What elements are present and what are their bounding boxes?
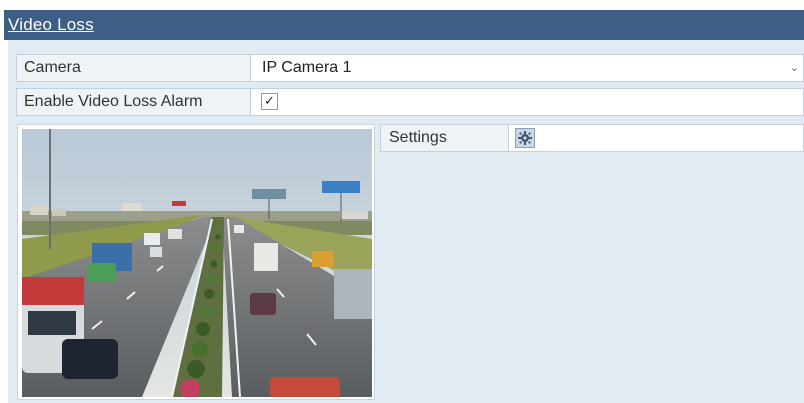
gear-icon: [518, 131, 532, 145]
settings-row: Settings: [380, 124, 804, 152]
video-loss-alarm-row: Enable Video Loss Alarm ✓: [16, 88, 804, 116]
chevron-down-icon[interactable]: ⌄: [790, 55, 799, 81]
camera-preview-image: [22, 129, 372, 397]
camera-preview: [17, 124, 375, 400]
alarm-checkbox[interactable]: ✓: [261, 93, 278, 110]
page-title[interactable]: Video Loss: [8, 15, 94, 35]
settings-button[interactable]: [515, 128, 535, 148]
page-header: Video Loss: [4, 10, 804, 40]
camera-select-value[interactable]: IP Camera 1: [262, 55, 352, 81]
camera-label: Camera: [17, 55, 251, 81]
alarm-label: Enable Video Loss Alarm: [17, 89, 251, 115]
settings-label: Settings: [381, 125, 509, 151]
camera-row: Camera IP Camera 1 ⌄: [16, 54, 804, 82]
